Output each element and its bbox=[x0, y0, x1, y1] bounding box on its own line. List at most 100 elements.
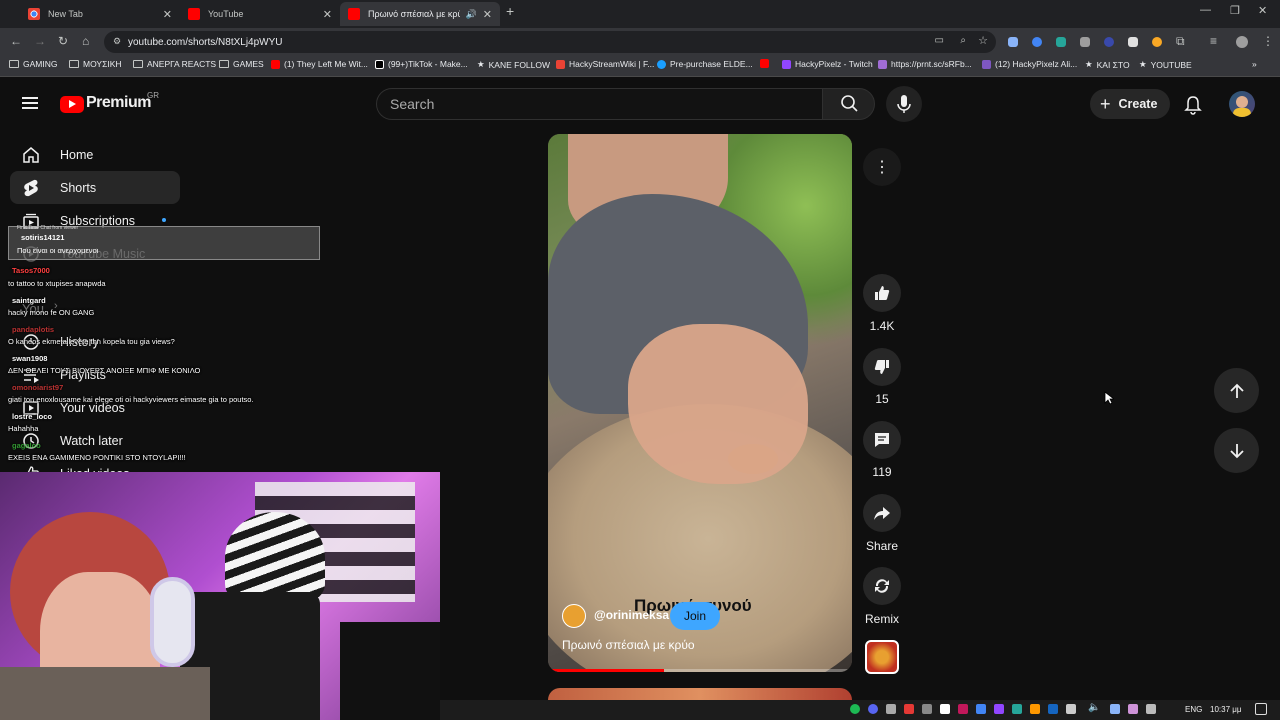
tab-current-short[interactable]: Πρωινό σπέσιαλ με κρύο - 🔊 ✕ bbox=[340, 2, 500, 26]
home-browser-icon[interactable]: ⌂ bbox=[82, 34, 89, 48]
clock[interactable]: 10:37 μμ bbox=[1210, 705, 1241, 714]
sidebar-item-home[interactable]: Home bbox=[10, 138, 180, 171]
close-tab-icon[interactable]: ✕ bbox=[163, 8, 172, 21]
forward-icon[interactable]: → bbox=[34, 34, 46, 48]
more-vert-icon: ⋮ bbox=[874, 159, 890, 176]
more-bookmarks-icon[interactable]: » bbox=[1252, 59, 1257, 69]
extension-icon[interactable] bbox=[1032, 37, 1042, 47]
youtube-icon bbox=[188, 8, 200, 20]
notification-center-icon[interactable] bbox=[1255, 703, 1267, 715]
remix-button[interactable] bbox=[863, 567, 901, 605]
discord-icon[interactable] bbox=[868, 704, 878, 714]
extension-icon[interactable] bbox=[1080, 37, 1090, 47]
join-button[interactable]: Join bbox=[670, 602, 720, 630]
reload-icon[interactable]: ↻ bbox=[58, 34, 68, 48]
tray-app-icon[interactable] bbox=[1012, 704, 1022, 714]
bookmark-link[interactable]: HackyStreamWiki | F... bbox=[556, 59, 654, 69]
dislike-button[interactable] bbox=[863, 348, 901, 386]
arrow-up-icon bbox=[1229, 383, 1244, 398]
tray-app-icon[interactable] bbox=[1128, 704, 1138, 714]
tab-youtube[interactable]: YouTube ✕ bbox=[180, 2, 340, 26]
bookmark-link[interactable]: HackyPixelz - Twitch bbox=[782, 59, 873, 69]
voice-search-button[interactable] bbox=[886, 86, 922, 122]
chat-username: Tasos7000 bbox=[12, 266, 50, 275]
tray-app-icon[interactable] bbox=[976, 704, 986, 714]
comments-button[interactable] bbox=[863, 421, 901, 459]
youtube-logo-icon[interactable] bbox=[60, 96, 84, 113]
bookmark-link[interactable]: Pre-purchase ELDE... bbox=[657, 59, 753, 69]
next-short-button[interactable] bbox=[1214, 428, 1259, 473]
restore-icon[interactable]: ❐ bbox=[1230, 4, 1240, 17]
hamburger-menu-icon[interactable] bbox=[22, 97, 38, 109]
channel-name[interactable]: @orinimeksa bbox=[594, 608, 669, 622]
more-options-button[interactable]: ⋮ bbox=[863, 148, 901, 186]
close-tab-icon[interactable]: ✕ bbox=[483, 8, 492, 21]
site-info-icon[interactable]: ⚙ bbox=[113, 36, 121, 47]
extension-icon[interactable] bbox=[1008, 37, 1018, 47]
volume-icon[interactable]: 🔈 bbox=[1088, 702, 1100, 713]
bookmark-folder[interactable]: GAMES bbox=[219, 59, 264, 69]
tray-app-icon[interactable] bbox=[904, 704, 914, 714]
bookmark-star-icon[interactable]: ☆ bbox=[978, 34, 988, 47]
new-tab-button[interactable]: + bbox=[506, 3, 514, 19]
close-window-icon[interactable]: ✕ bbox=[1258, 4, 1267, 17]
progress-bar[interactable] bbox=[548, 669, 852, 672]
webcam-overlay bbox=[0, 472, 440, 720]
sound-thumbnail[interactable] bbox=[865, 640, 899, 674]
tray-app-icon[interactable] bbox=[1030, 704, 1040, 714]
bookmark-link[interactable]: ★ YOUTUBE bbox=[1139, 59, 1192, 70]
bookmark-link[interactable]: (1) They Left Me Wit... bbox=[271, 59, 368, 69]
bookmark-link[interactable]: ★ KANE FOLLOW bbox=[477, 59, 550, 70]
channel-avatar[interactable] bbox=[562, 604, 586, 628]
extension-icon[interactable] bbox=[1104, 37, 1114, 47]
bookmark-link[interactable]: https://prnt.sc/sRFb... bbox=[878, 59, 972, 69]
tray-app-icon[interactable] bbox=[922, 704, 932, 714]
minimize-icon[interactable]: — bbox=[1200, 4, 1211, 16]
tray-app-icon[interactable] bbox=[1110, 704, 1120, 714]
short-title[interactable]: Πρωινό σπέσιαλ με κρύο bbox=[562, 638, 695, 652]
profile-icon[interactable] bbox=[1236, 36, 1248, 48]
bookmark-folder[interactable]: GAMING bbox=[9, 59, 57, 69]
tray-app-icon[interactable] bbox=[994, 704, 1004, 714]
short-video-player[interactable]: Πρωινό συνού @orinimeksa Join Πρωινό σπέ… bbox=[548, 134, 852, 672]
bookmark-link[interactable]: (99+)TikTok - Make... bbox=[375, 59, 468, 69]
bookmark-link[interactable]: ★ ΚΑΙ ΣΤΟ bbox=[1085, 59, 1130, 70]
close-tab-icon[interactable]: ✕ bbox=[323, 8, 332, 21]
tab-new-tab[interactable]: New Tab ✕ bbox=[20, 2, 180, 26]
tray-app-icon[interactable] bbox=[940, 704, 950, 714]
next-short-preview[interactable] bbox=[548, 688, 852, 700]
like-button[interactable] bbox=[863, 274, 901, 312]
bookmark-link[interactable] bbox=[760, 59, 773, 68]
notifications-bell-icon[interactable] bbox=[1184, 95, 1202, 115]
previous-short-button[interactable] bbox=[1214, 368, 1259, 413]
tray-app-icon[interactable] bbox=[886, 704, 896, 714]
bookmark-folder[interactable]: ΜΟΥΣΙΚΗ bbox=[69, 59, 122, 69]
share-button[interactable] bbox=[863, 494, 901, 532]
cast-icon[interactable]: ▭ bbox=[935, 35, 944, 46]
create-button[interactable]: + Create bbox=[1090, 89, 1170, 119]
spotify-icon[interactable] bbox=[850, 704, 860, 714]
streamer-shirt bbox=[0, 667, 210, 720]
search-button[interactable] bbox=[822, 88, 875, 120]
extension-icon[interactable] bbox=[1152, 37, 1162, 47]
audio-playing-icon[interactable]: 🔊 bbox=[466, 9, 477, 20]
extensions-puzzle-icon[interactable]: ⧉ bbox=[1176, 34, 1185, 49]
chat-message: EXEIS ENA GAMIMENO PONTIKI STO NTOYLAPI!… bbox=[8, 453, 186, 462]
address-bar[interactable]: ⚙ youtube.com/shorts/N8tXLj4pWYU ▭ ⌕ ☆ bbox=[104, 31, 996, 53]
avatar[interactable] bbox=[1229, 91, 1255, 117]
tray-app-icon[interactable] bbox=[1066, 704, 1076, 714]
tray-app-icon[interactable] bbox=[1048, 704, 1058, 714]
bookmark-link[interactable]: (12) HackyPixelz Ali... bbox=[982, 59, 1077, 69]
bookmark-folder[interactable]: ΑΝΕΡΓΑ REACTS bbox=[133, 59, 216, 69]
zoom-icon[interactable]: ⌕ bbox=[960, 35, 966, 46]
sidebar-item-shorts[interactable]: Shorts bbox=[10, 171, 180, 204]
media-control-icon[interactable]: ≡ bbox=[1210, 34, 1217, 48]
tray-app-icon[interactable] bbox=[958, 704, 968, 714]
language-indicator[interactable]: ENG bbox=[1185, 705, 1202, 714]
extension-icon[interactable] bbox=[1128, 37, 1138, 47]
extension-icon[interactable] bbox=[1056, 37, 1066, 47]
menu-icon[interactable]: ⋮ bbox=[1262, 34, 1274, 48]
battery-icon[interactable] bbox=[1146, 704, 1156, 714]
search-input[interactable]: Search bbox=[376, 88, 823, 120]
back-icon[interactable]: ← bbox=[10, 34, 22, 48]
